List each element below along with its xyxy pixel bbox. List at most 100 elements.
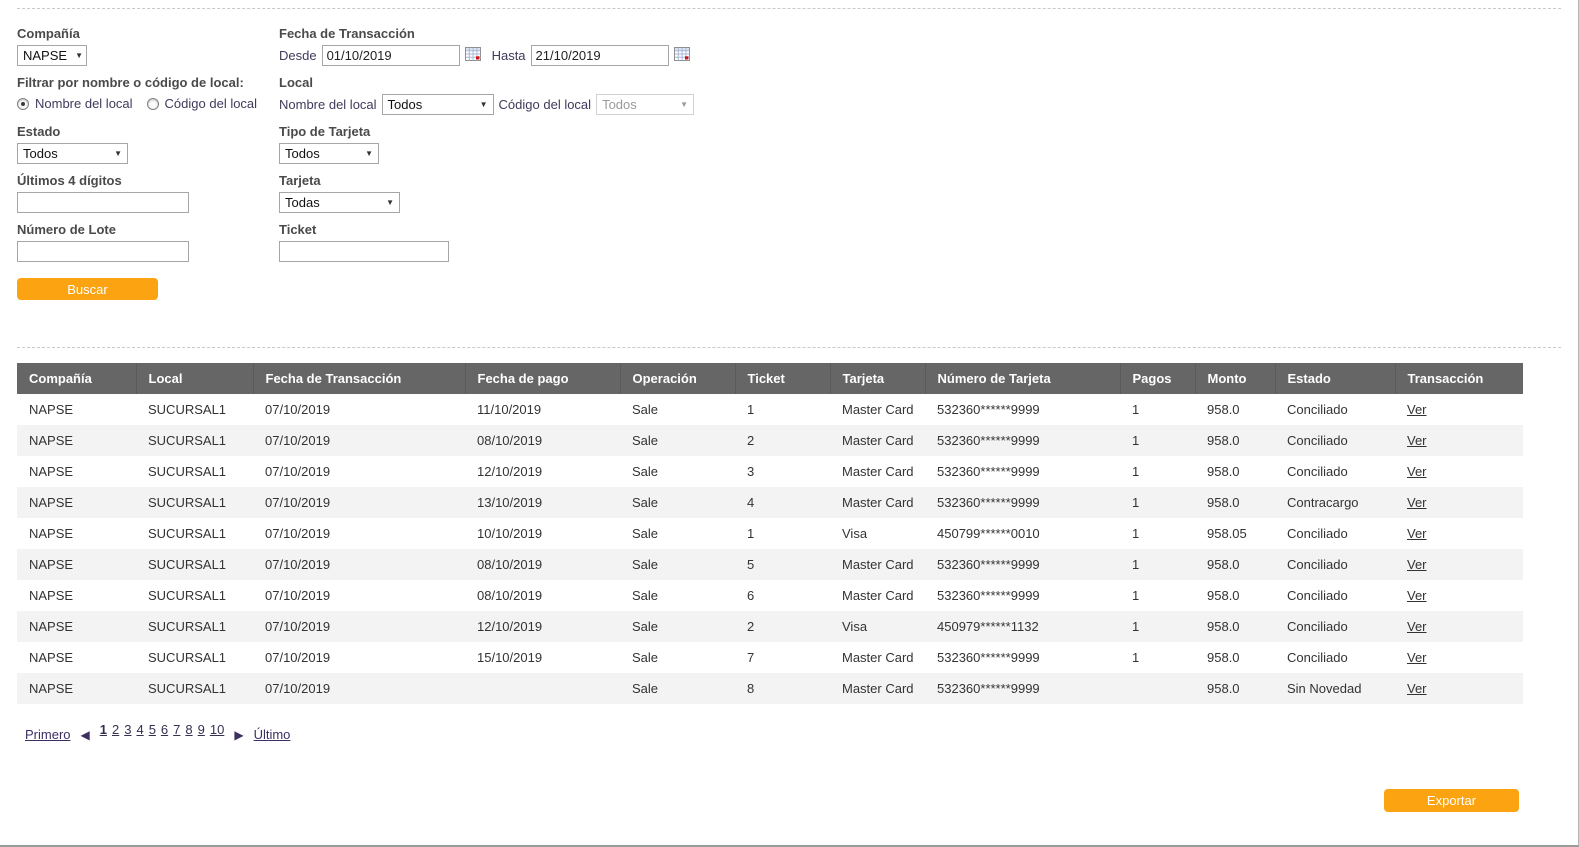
table-cell: Master Card — [842, 588, 914, 603]
table-row: NAPSE SUCURSAL1 07/10/2019 12/10/2019 Sale 2 V… — [17, 611, 1523, 642]
ver-link[interactable]: Ver — [1407, 526, 1427, 541]
ver-link[interactable]: Ver — [1407, 495, 1427, 510]
table-cell: 07/10/2019 — [265, 681, 331, 696]
ver-link[interactable]: Ver — [1407, 433, 1427, 448]
hasta-date-input[interactable] — [530, 45, 669, 66]
table-cell: 10/10/2019 — [477, 526, 543, 541]
radio-nombre-del-local[interactable] — [17, 97, 29, 110]
table-cell: 15/10/2019 — [477, 650, 543, 665]
field-numero-lote: Número de Lote — [17, 222, 279, 271]
ultimos4-input[interactable] — [17, 192, 189, 213]
column-header: Operación — [620, 363, 736, 394]
table-cell: 958.0 — [1207, 433, 1240, 448]
cell-transaccion: Ver — [1395, 425, 1523, 456]
table-cell: SUCURSAL1 — [148, 619, 227, 634]
tipo-tarjeta-select[interactable]: Todos ▼ — [279, 143, 379, 164]
ver-link[interactable]: Ver — [1407, 464, 1427, 479]
exportar-button[interactable]: Exportar — [1384, 789, 1519, 812]
table-cell: 07/10/2019 — [265, 402, 331, 417]
nombre-del-local-select[interactable]: Todos ▼ — [381, 94, 494, 115]
table-cell: 07/10/2019 — [265, 588, 331, 603]
prev-arrow-icon[interactable]: ◀ — [81, 729, 90, 741]
ver-link[interactable]: Ver — [1407, 402, 1427, 417]
page-link[interactable]: 4 — [136, 722, 143, 737]
table-cell: 958.0 — [1207, 588, 1240, 603]
ver-link[interactable]: Ver — [1407, 681, 1427, 696]
table-cell: 958.05 — [1207, 526, 1247, 541]
ticket-label: Ticket — [279, 222, 317, 237]
radio-codigo-del-local[interactable] — [146, 97, 159, 110]
next-arrow-icon[interactable]: ▶ — [234, 729, 243, 741]
table-cell: 2 — [747, 619, 755, 634]
table-cell: SUCURSAL1 — [148, 650, 227, 665]
numero-lote-input[interactable] — [17, 241, 189, 262]
table-cell: Sale — [632, 588, 659, 603]
transactions-table: Compañía Local Fecha de Transacción Fecha d… — [17, 363, 1523, 704]
filter-column-left: Compañía NAPSE ▼ Filtrar por nombre o có… — [17, 26, 279, 320]
filter-column-right: Fecha de Transacción Desde H — [279, 26, 1561, 320]
page-link[interactable]: 6 — [161, 722, 168, 737]
cell-transaccion: Ver — [1395, 642, 1523, 673]
table-cell: Master Card — [842, 681, 914, 696]
table-header-row: Compañía Local Fecha de Transacción Fecha d… — [17, 363, 1523, 394]
table-cell: 7 — [747, 650, 755, 665]
page-link[interactable]: 7 — [173, 722, 180, 737]
field-ticket: Ticket — [279, 222, 1561, 271]
tarjeta-select[interactable]: Todas ▼ — [279, 192, 400, 213]
column-header: Transacción — [1395, 363, 1523, 394]
ver-link[interactable]: Ver — [1407, 557, 1427, 572]
table-cell: NAPSE — [29, 619, 74, 634]
table-cell: NAPSE — [29, 557, 74, 572]
column-header: Ticket — [735, 363, 831, 394]
column-header: Fecha de Transacción — [253, 363, 466, 394]
page-link[interactable]: 3 — [124, 722, 131, 737]
compania-select[interactable]: NAPSE ▼ — [17, 45, 87, 66]
page-link[interactable]: 8 — [185, 722, 192, 737]
buscar-button[interactable]: Buscar — [17, 278, 158, 300]
desde-label: Desde — [279, 48, 317, 63]
table-row: NAPSE SUCURSAL1 07/10/2019 Sale 8 Master Card… — [17, 673, 1523, 704]
table-cell: 2 — [747, 433, 755, 448]
table-cell: 1 — [747, 526, 755, 541]
table-cell: Conciliado — [1287, 526, 1348, 541]
results-separator — [17, 347, 1561, 348]
table-cell: Master Card — [842, 495, 914, 510]
page-link[interactable]: 1 — [100, 722, 107, 737]
ultimo-link[interactable]: Último — [254, 727, 291, 742]
table-cell: SUCURSAL1 — [148, 681, 227, 696]
table-cell: 3 — [747, 464, 755, 479]
table-cell: 450979******1132 — [937, 619, 1039, 634]
table-cell: SUCURSAL1 — [148, 464, 227, 479]
cell-transaccion: Ver — [1395, 549, 1523, 580]
primero-link[interactable]: Primero — [25, 727, 71, 742]
ver-link[interactable]: Ver — [1407, 588, 1427, 603]
table-cell: Conciliado — [1287, 650, 1348, 665]
estado-select[interactable]: Todos ▼ — [17, 143, 128, 164]
cell-transaccion: Ver — [1395, 580, 1523, 611]
field-compania: Compañía NAPSE ▼ — [17, 26, 279, 75]
radio-codigo-del-local-label: Código del local — [164, 96, 258, 111]
table-cell: Sale — [632, 557, 659, 572]
calendar-icon[interactable] — [464, 46, 482, 65]
page-link[interactable]: 5 — [149, 722, 156, 737]
table-cell: 1 — [1132, 588, 1140, 603]
chevron-down-icon: ▼ — [680, 100, 689, 109]
table-cell: Sale — [632, 402, 659, 417]
table-cell: SUCURSAL1 — [148, 588, 227, 603]
page-link[interactable]: 10 — [210, 722, 224, 737]
ver-link[interactable]: Ver — [1407, 650, 1427, 665]
transactions-tbody: NAPSE SUCURSAL1 07/10/2019 11/10/2019 Sale 1 M… — [17, 394, 1523, 704]
table-row: NAPSE SUCURSAL1 07/10/2019 11/10/2019 Sale 1 M… — [17, 394, 1523, 425]
cell-transaccion: Ver — [1395, 611, 1523, 642]
page-link[interactable]: 9 — [198, 722, 205, 737]
desde-date-input[interactable] — [321, 45, 460, 66]
ver-link[interactable]: Ver — [1407, 619, 1427, 634]
page-link[interactable]: 2 — [112, 722, 119, 737]
table-cell: 1 — [1132, 557, 1140, 572]
table-cell: NAPSE — [29, 495, 74, 510]
table-cell — [1120, 673, 1195, 704]
ticket-input[interactable] — [279, 241, 449, 262]
calendar-icon[interactable] — [673, 46, 691, 65]
table-cell: Contracargo — [1287, 495, 1359, 510]
filtrar-por-label: Filtrar por nombre o código de local: — [17, 75, 244, 90]
